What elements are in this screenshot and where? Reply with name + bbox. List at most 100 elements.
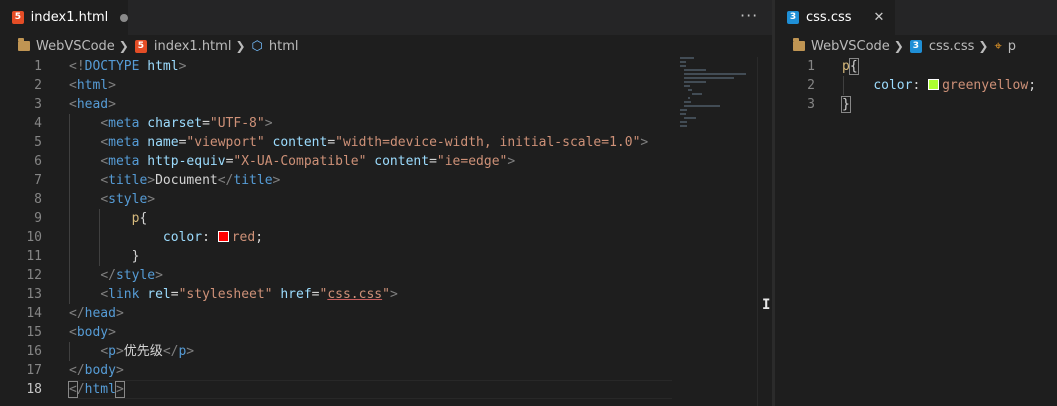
line-number: 2 — [807, 78, 815, 93]
code-text: p{ — [842, 57, 859, 76]
code-token: </ — [162, 344, 179, 359]
code-line[interactable]: 14 </head> — [0, 304, 772, 323]
folder-icon — [18, 38, 30, 51]
breadcrumb-item-symbol[interactable]: html — [269, 39, 299, 54]
code-line[interactable]: 15 <body> — [0, 323, 772, 342]
code-line[interactable]: 10 color: red; — [0, 228, 772, 247]
tab-css-css[interactable]: 3 css.css ✕ — [775, 0, 895, 35]
code-text: <meta charset="UTF-8"> — [69, 114, 272, 133]
code-token: http-equiv — [147, 154, 226, 169]
code-text: } — [69, 247, 140, 266]
code-token: } — [69, 249, 140, 264]
line-number: 2 — [34, 78, 42, 93]
breadcrumb-item-file[interactable]: css.css — [929, 39, 975, 54]
code-editor-left[interactable]: 1 <!DOCTYPE html> 2 <html> 3 <head> 4 <meta ch… — [0, 57, 772, 406]
code-token: rel — [147, 287, 171, 302]
code-token: { — [848, 58, 859, 75]
code-line[interactable]: 13 <link rel="stylesheet" href="css.css"… — [0, 285, 772, 304]
code-token: > — [108, 325, 116, 340]
code-token: "width=device-width, initial-scale=1.0" — [335, 135, 641, 150]
code-token: < — [100, 192, 109, 207]
code-token: style — [108, 192, 148, 207]
code-token: link — [108, 287, 140, 302]
code-token: style — [115, 268, 156, 283]
tab-index1-html[interactable]: 5 index1.html — [0, 0, 128, 35]
code-text: <html> — [69, 76, 116, 95]
code-line[interactable]: 3} — [775, 95, 1057, 114]
line-number: 11 — [26, 249, 42, 264]
code-line[interactable]: 6 <meta http-equiv = "X-UA-Compatible" con… — [0, 152, 772, 171]
code-line[interactable]: 2 <html> — [0, 76, 772, 95]
code-line[interactable]: 9 p{ — [0, 209, 772, 228]
code-text: } — [841, 95, 851, 114]
breadcrumb-item-folder[interactable]: WebVSCode — [36, 39, 115, 54]
breadcrumb: WebVSCode ❯ 5 index1.html ❯ ⬡ html — [0, 35, 772, 57]
code-token: color — [162, 230, 203, 245]
code-line[interactable]: 17 </body> — [0, 361, 772, 380]
folder-icon — [793, 38, 805, 51]
html-file-icon: 5 — [12, 11, 24, 24]
unsaved-dot-icon[interactable] — [120, 13, 128, 22]
code-token: content — [272, 135, 328, 150]
line-number: 13 — [26, 287, 42, 302]
code-line[interactable]: 2 color: greenyellow; — [775, 76, 1057, 95]
code-token: name — [147, 135, 179, 150]
code-line[interactable]: 18 </html> — [0, 380, 772, 399]
code-line[interactable]: 1 p{ — [775, 57, 1057, 76]
code-token: > — [115, 363, 124, 378]
breadcrumb-item-folder[interactable]: WebVSCode — [811, 39, 890, 54]
code-token: color — [873, 78, 913, 93]
code-token: red — [231, 230, 256, 245]
code-token: < — [100, 116, 109, 131]
selector-symbol-icon: ⌖ — [994, 38, 1002, 54]
code-text: </body> — [69, 361, 124, 380]
code-token: > — [507, 154, 516, 169]
code-line[interactable]: 11 } — [0, 247, 772, 266]
code-line[interactable]: 3 <head> — [0, 95, 772, 114]
code-token: > — [147, 192, 156, 207]
line-number: 16 — [26, 344, 42, 359]
code-line[interactable]: 5 <meta name="viewport" content="width=d… — [0, 133, 772, 152]
code-token: "X-UA-Compatible" — [233, 154, 367, 169]
code-token: > — [108, 78, 116, 93]
code-token: "stylesheet" — [178, 287, 273, 302]
tab-label: index1.html — [30, 10, 109, 25]
line-number: 3 — [34, 97, 42, 112]
line-number: 8 — [34, 192, 42, 207]
color-swatch-icon[interactable] — [928, 79, 940, 90]
code-line[interactable]: 16 <p>优先级</p> — [0, 342, 772, 361]
code-token: > — [115, 344, 124, 359]
breadcrumb-item-file[interactable]: index1.html — [154, 39, 232, 54]
code-line[interactable]: 12 </style> — [0, 266, 772, 285]
code-token: head — [76, 97, 109, 112]
more-actions-button[interactable]: ··· — [740, 6, 758, 25]
code-token: } — [841, 96, 851, 113]
code-line[interactable]: 8 <style> — [0, 190, 772, 209]
code-token: = — [327, 135, 336, 150]
code-editor-right[interactable]: 1 p{2 color: greenyellow; 3} — [775, 57, 1057, 406]
code-text: color: red; — [69, 228, 263, 247]
code-line[interactable]: 4 <meta charset="UTF-8"> — [0, 114, 772, 133]
breadcrumb-item-symbol[interactable]: p — [1008, 39, 1016, 54]
code-text: <head> — [69, 95, 116, 114]
line-number: 10 — [26, 230, 42, 245]
code-token: DOCTYPE — [84, 59, 140, 74]
editor-group-left: 5 index1.html ··· WebVSCode ❯ 5 index1.h… — [0, 0, 772, 406]
code-line[interactable]: 7 <title>Document</title> — [0, 171, 772, 190]
color-swatch-icon[interactable] — [217, 231, 229, 242]
close-icon[interactable]: ✕ — [874, 10, 885, 25]
tab-label: css.css — [806, 10, 852, 25]
code-token: = — [170, 287, 179, 302]
code-token: > — [108, 97, 116, 112]
line-number: 18 — [26, 382, 42, 397]
code-text: <body> — [69, 323, 116, 342]
code-token: Document — [155, 173, 218, 188]
code-line[interactable]: 1 <!DOCTYPE html> — [0, 57, 772, 76]
